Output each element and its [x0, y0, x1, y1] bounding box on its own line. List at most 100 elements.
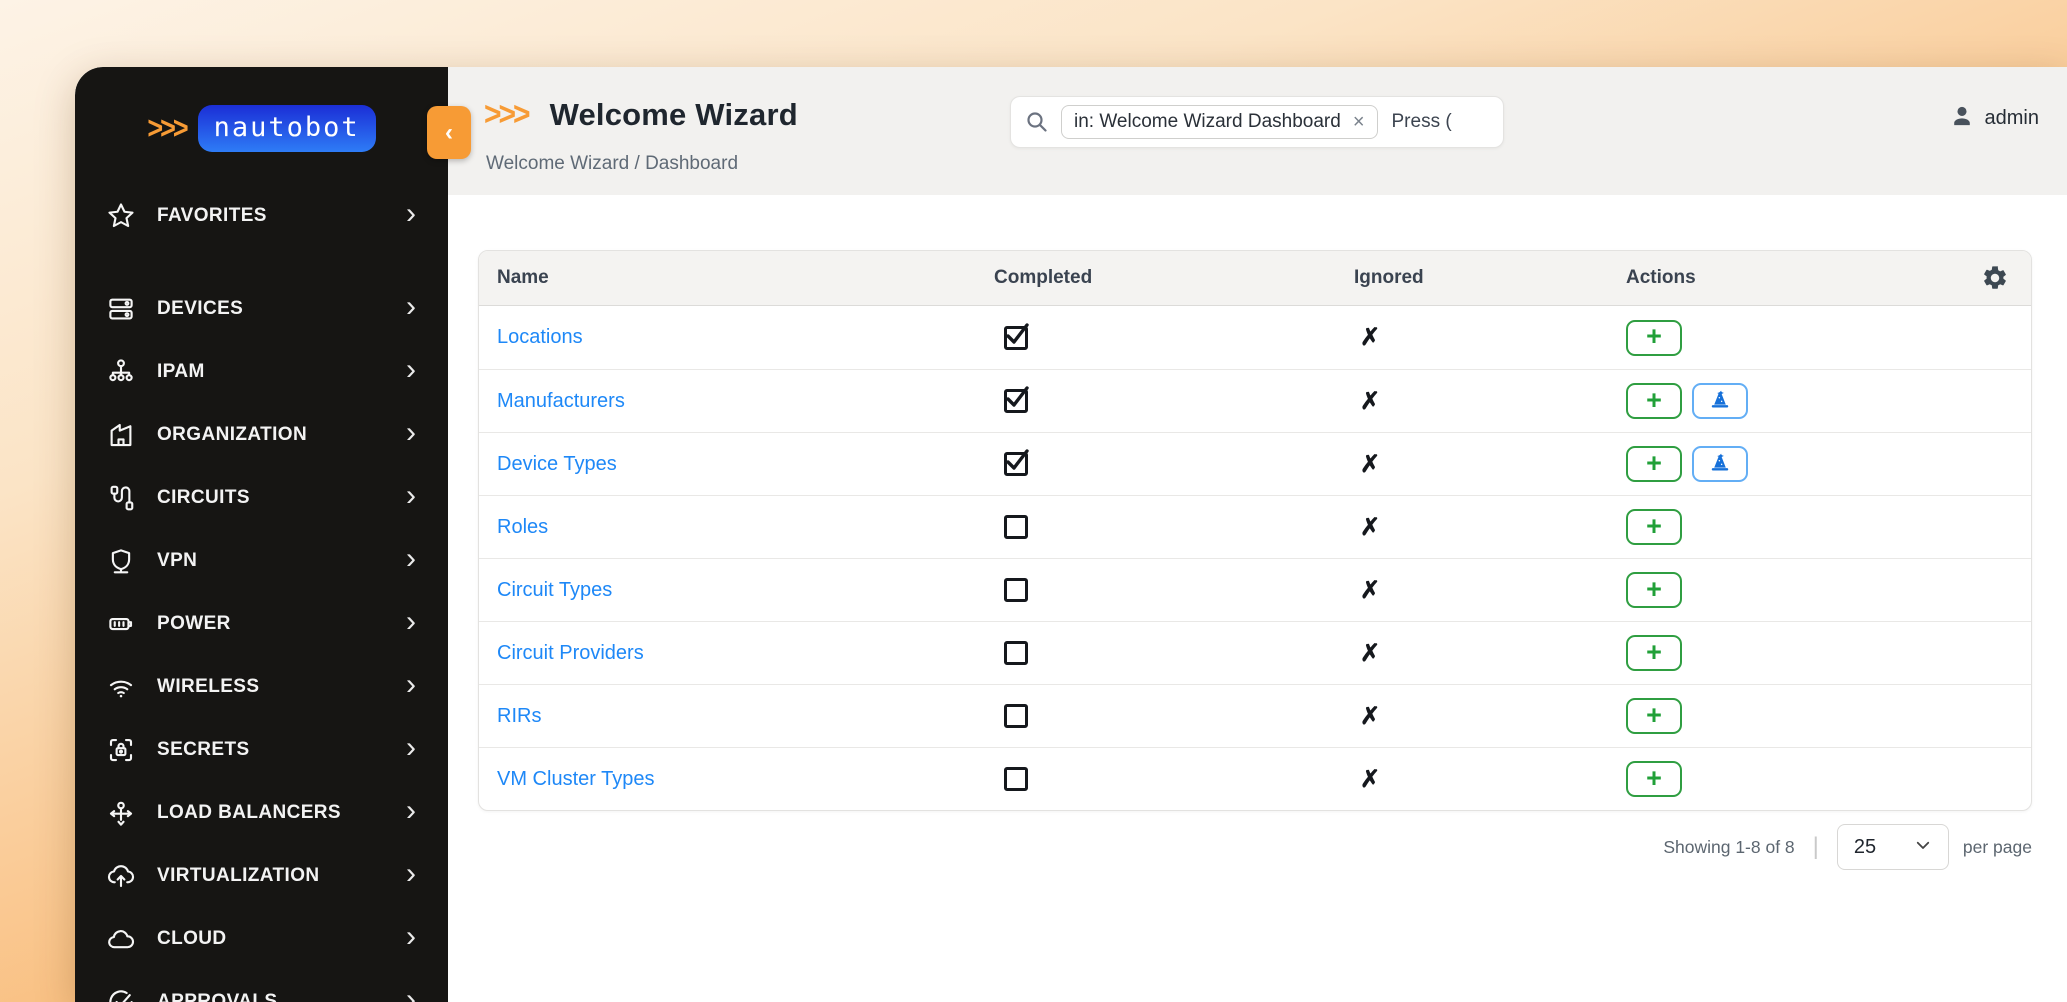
completed-checkbox [1004, 704, 1028, 728]
add-button[interactable]: + [1626, 761, 1682, 797]
power-icon [105, 608, 137, 640]
ignored-x-mark: ✗ [1360, 324, 1381, 351]
search-filter-label: in: Welcome Wizard Dashboard [1074, 111, 1341, 132]
add-button[interactable]: + [1626, 572, 1682, 608]
pagination: Showing 1-8 of 8 | 25 per page [1663, 823, 2032, 871]
sidebar-item-cloud[interactable]: CLOUD › [75, 907, 448, 970]
add-button[interactable]: + [1626, 383, 1682, 419]
chevron-left-icon: ‹ [445, 118, 453, 146]
wizard-hat-icon [1709, 389, 1731, 414]
chevron-right-icon: › [406, 478, 416, 512]
ignored-x-mark: ✗ [1360, 576, 1381, 604]
sidebar-item-secrets[interactable]: SECRETS › [75, 718, 448, 781]
add-button[interactable]: + [1626, 319, 1682, 356]
per-page-select[interactable]: 25 [1836, 824, 1949, 870]
chevron-right-icon: › [406, 415, 416, 449]
title-chevrons-icon: >>> [484, 96, 531, 133]
chevron-down-icon [1914, 836, 1932, 859]
chip-close-icon[interactable]: × [1353, 112, 1365, 132]
search-icon [1025, 110, 1049, 134]
user-icon [1949, 103, 1975, 134]
sidebar-item-load-balancers[interactable]: LOAD BALANCERS › [75, 781, 448, 844]
ignored-x-mark: ✗ [1360, 765, 1381, 793]
chevron-right-icon: › [406, 196, 416, 230]
row-link-vm-cluster-types[interactable]: VM Cluster Types [497, 768, 654, 790]
ignored-x-mark: ✗ [1360, 450, 1381, 478]
username: admin [1984, 107, 2039, 129]
organization-icon [105, 419, 137, 451]
table-row: Roles ✗ + [479, 495, 2031, 558]
row-link-circuit-types[interactable]: Circuit Types [497, 579, 612, 601]
pagination-divider: | [1812, 833, 1819, 860]
sidebar-item-organization[interactable]: ORGANIZATION › [75, 403, 448, 466]
sidebar-item-vpn[interactable]: VPN › [75, 529, 448, 592]
chevron-right-icon: › [406, 793, 416, 827]
search-filter-chip: in: Welcome Wizard Dashboard × [1061, 105, 1378, 139]
table-row: Circuit Types ✗ + [479, 558, 2031, 621]
wireless-icon [105, 671, 137, 703]
sidebar-item-circuits[interactable]: CIRCUITS › [75, 466, 448, 529]
wizard-hat-icon [1709, 452, 1731, 477]
sidebar-item-favorites[interactable]: FAVORITES › [75, 184, 448, 247]
table-row: Locations ✗ + [479, 306, 2031, 369]
devices-icon [105, 293, 137, 325]
sidebar-collapse-button[interactable]: ‹ [427, 106, 471, 159]
circuits-icon [105, 482, 137, 514]
nautobot-logo[interactable]: >>> nautobot [75, 97, 448, 159]
cloud-icon [105, 923, 137, 955]
search-shortcut-hint: Press ( [1391, 111, 1452, 132]
sidebar-item-approvals[interactable]: APPROVALS › [75, 970, 448, 1002]
row-link-rirs[interactable]: RIRs [497, 705, 541, 727]
table-row: VM Cluster Types ✗ + [479, 747, 2031, 810]
per-page-label: per page [1962, 836, 2032, 857]
add-button[interactable]: + [1626, 698, 1682, 734]
completed-checkbox [1004, 641, 1028, 665]
topbar: >>> Welcome Wizard Welcome Wizard / Dash… [448, 67, 2067, 195]
row-link-circuit-providers[interactable]: Circuit Providers [497, 642, 644, 664]
sidebar: >>> nautobot FAVORITES › DEVICES › IPAM … [75, 67, 448, 1002]
app-window: >>> nautobot FAVORITES › DEVICES › IPAM … [75, 67, 2067, 1002]
chevron-right-icon: › [406, 352, 416, 386]
column-header-completed: Completed [994, 267, 1093, 288]
sidebar-menu: FAVORITES › DEVICES › IPAM › ORGANIZATIO… [75, 184, 448, 1002]
table-row: Device Types ✗ + [479, 432, 2031, 495]
row-link-locations[interactable]: Locations [497, 326, 583, 348]
vpn-icon [105, 545, 137, 577]
sidebar-item-wireless[interactable]: WIRELESS › [75, 655, 448, 718]
wizard-import-button[interactable] [1692, 446, 1748, 482]
approvals-icon [105, 986, 137, 1002]
row-link-roles[interactable]: Roles [497, 516, 548, 538]
star-icon [105, 200, 137, 232]
global-search-input[interactable]: in: Welcome Wizard Dashboard × Press ( [1010, 96, 1504, 148]
page-title: Welcome Wizard [549, 97, 798, 132]
chevron-right-icon: › [406, 541, 416, 575]
sidebar-item-virtualization[interactable]: VIRTUALIZATION › [75, 844, 448, 907]
completed-checkbox [1004, 386, 1029, 413]
add-button[interactable]: + [1626, 635, 1682, 671]
completed-checkbox [1004, 578, 1028, 602]
completed-checkbox [1004, 322, 1029, 350]
table-settings-button[interactable] [1981, 264, 2009, 292]
chevron-right-icon: › [406, 856, 416, 890]
column-header-actions: Actions [1626, 267, 1696, 288]
row-link-manufacturers[interactable]: Manufacturers [497, 390, 625, 412]
add-button[interactable]: + [1626, 509, 1682, 545]
sidebar-item-devices[interactable]: DEVICES › [75, 277, 448, 340]
sidebar-item-ipam[interactable]: IPAM › [75, 340, 448, 403]
table-row: RIRs ✗ + [479, 684, 2031, 747]
ignored-x-mark: ✗ [1360, 387, 1381, 415]
chevron-right-icon: › [406, 982, 416, 1002]
add-button[interactable]: + [1626, 446, 1682, 482]
chevron-right-icon: › [406, 667, 416, 701]
logo-chevrons-icon: >>> [147, 110, 188, 145]
table-body: Locations ✗ + Manufacturers ✗ + Device T… [479, 306, 2031, 810]
user-menu[interactable]: admin [1949, 103, 2039, 134]
row-link-device-types[interactable]: Device Types [497, 453, 617, 475]
wizard-import-button[interactable] [1692, 383, 1748, 419]
ignored-x-mark: ✗ [1360, 513, 1381, 541]
sidebar-item-power[interactable]: POWER › [75, 592, 448, 655]
gear-icon [1981, 264, 2009, 292]
pagination-status: Showing 1-8 of 8 [1663, 836, 1795, 857]
secrets-icon [105, 734, 137, 766]
completed-checkbox [1004, 515, 1028, 539]
